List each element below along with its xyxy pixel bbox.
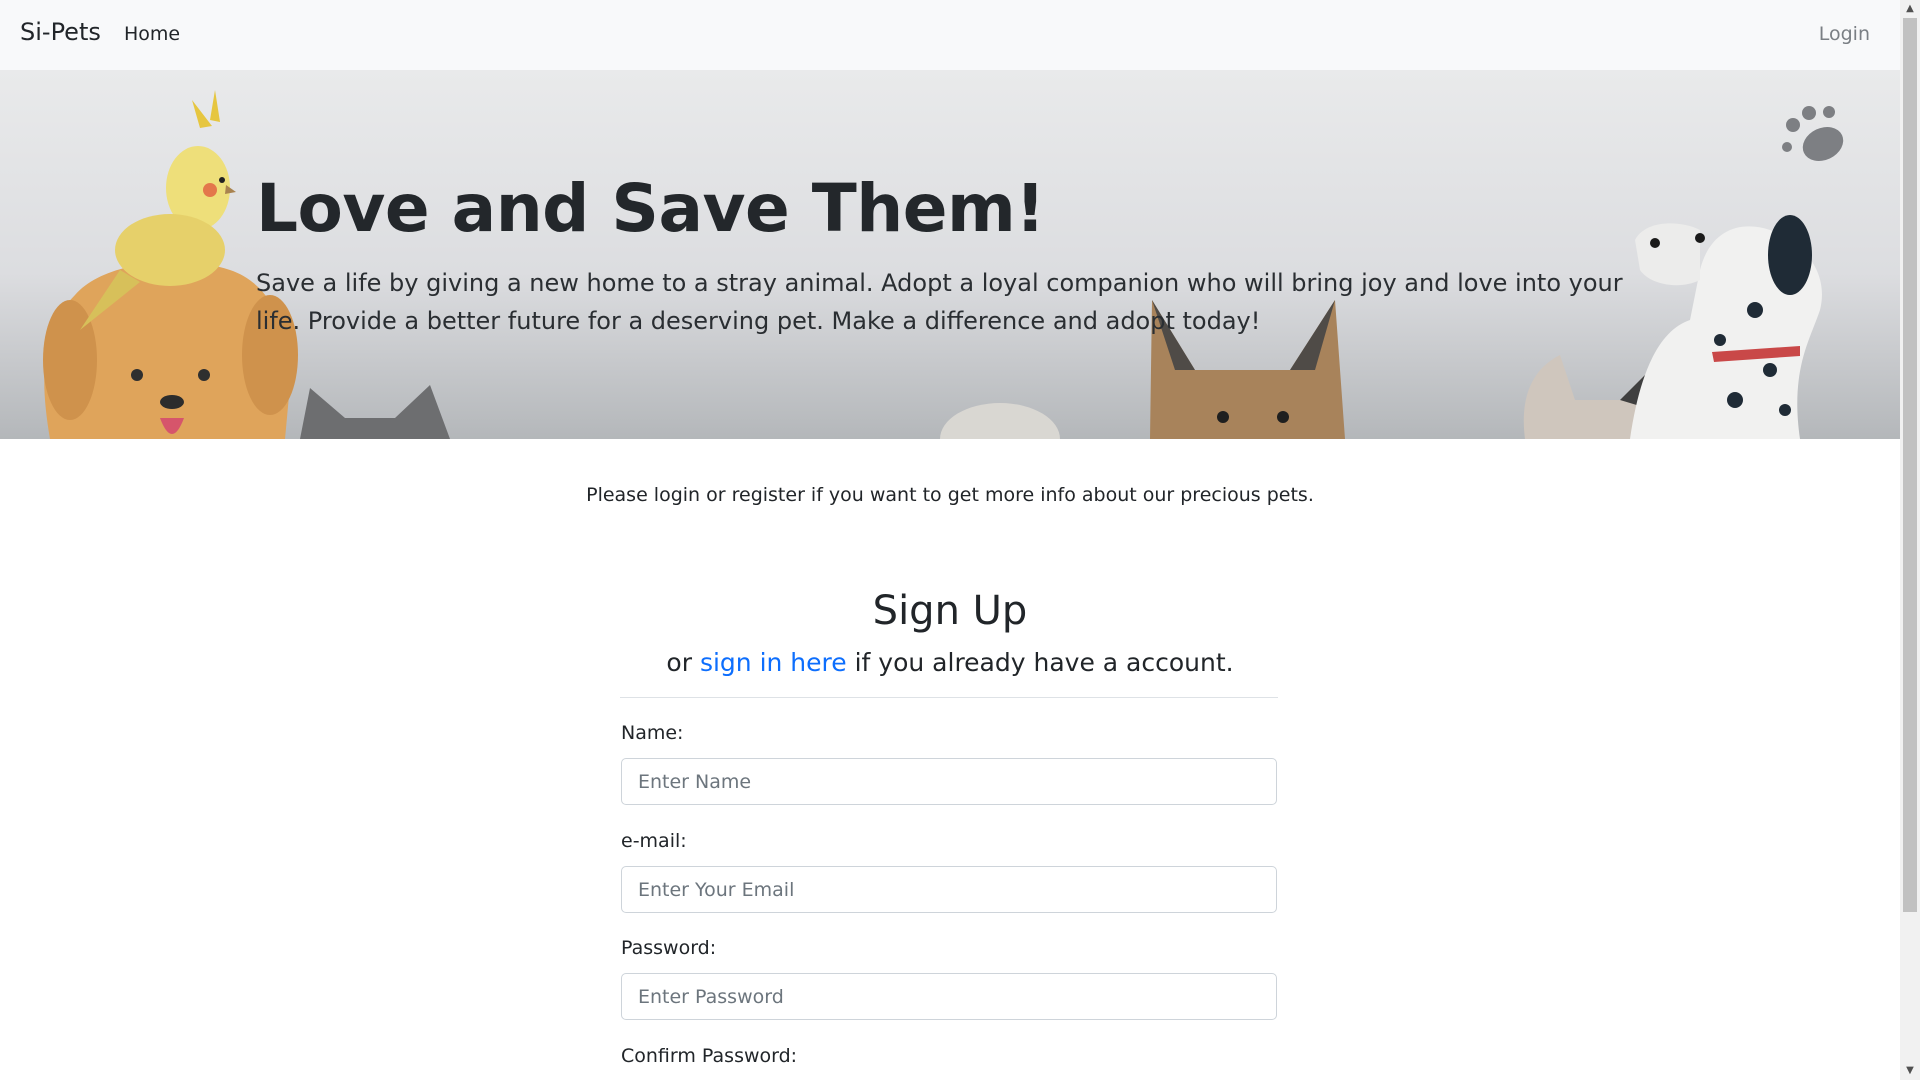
hero-pets-illustration [43, 90, 1844, 439]
signup-divider [620, 697, 1278, 698]
signup-title: Sign Up [872, 588, 1028, 634]
password-input[interactable] [621, 973, 1277, 1020]
nav-home-link[interactable]: Home [124, 23, 180, 45]
name-label: Name: [621, 722, 684, 744]
scrollbar-thumb[interactable] [1903, 18, 1917, 912]
login-notice: Please login or register if you want to … [586, 484, 1314, 506]
name-input[interactable] [621, 758, 1277, 805]
email-input[interactable] [621, 866, 1277, 913]
scroll-down-arrow-icon[interactable]: ▼ [1900, 1062, 1920, 1080]
signup-subtitle-suffix: if you already have a account. [846, 648, 1234, 677]
hero-banner: Love and Save Them! Save a life by givin… [0, 70, 1900, 439]
signup-subtitle: or sign in here if you already have a ac… [0, 648, 1900, 677]
hero-title: Love and Save Them! [256, 170, 1045, 247]
brand-link[interactable]: Si-Pets [20, 18, 101, 46]
navbar: Si-Pets Home Login [0, 0, 1900, 70]
signup-subtitle-prefix: or [666, 648, 700, 677]
hero-description: Save a life by giving a new home to a st… [256, 269, 1623, 335]
confirm-password-label: Confirm Password: [621, 1045, 798, 1067]
page: Si-Pets Home Login Love and Save Them! S… [0, 0, 1900, 1080]
nav-login-link[interactable]: Login [1819, 23, 1870, 45]
dalmatian-illustration [1630, 215, 1822, 439]
paw-icon [1782, 106, 1844, 162]
password-label: Password: [621, 937, 717, 959]
vertical-scrollbar[interactable]: ▲ ▼ [1900, 0, 1920, 1080]
email-label: e-mail: [621, 830, 687, 852]
sign-in-link[interactable]: sign in here [700, 648, 847, 677]
scroll-up-arrow-icon[interactable]: ▲ [1900, 0, 1920, 18]
cat-ears-illustration [300, 385, 450, 439]
